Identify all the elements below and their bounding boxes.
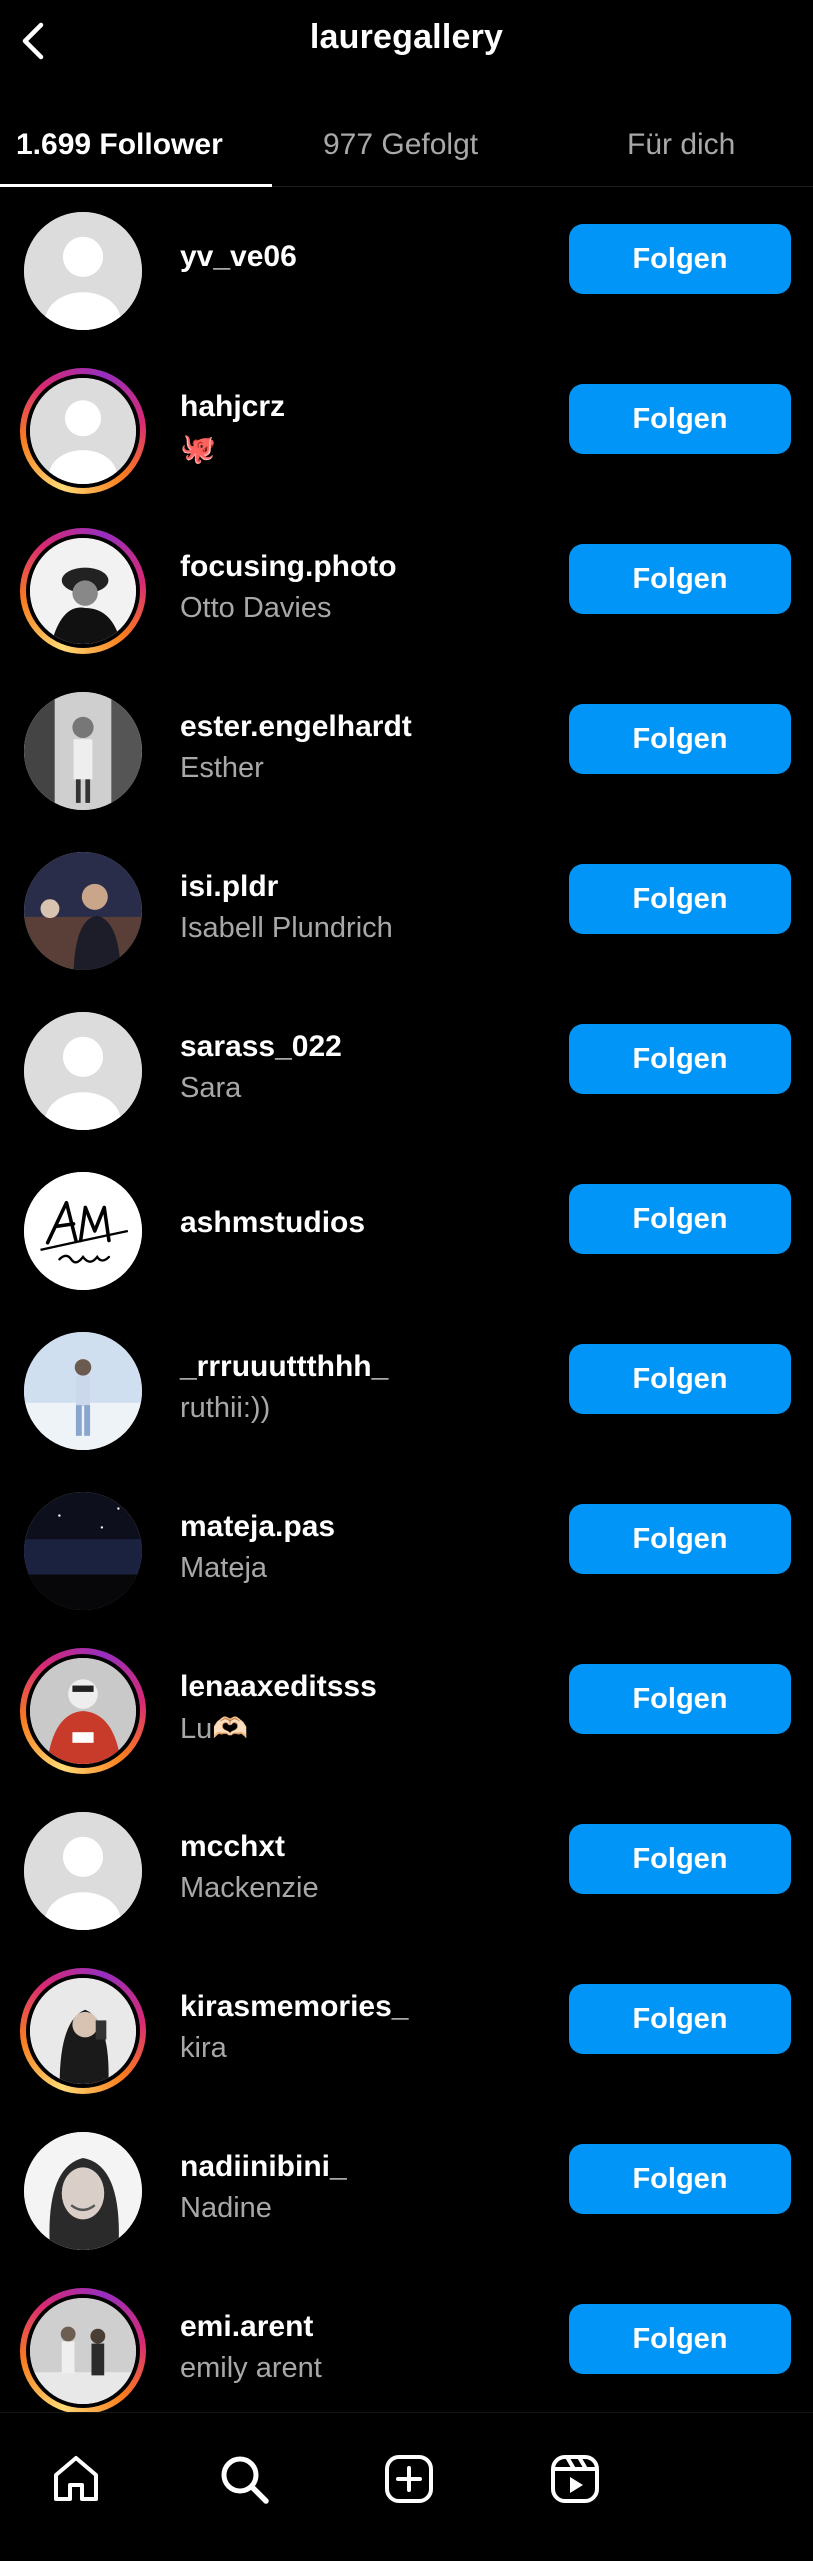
list-item[interactable]: emi.arent emily arent Folgen bbox=[0, 2270, 813, 2430]
tab-for-you[interactable]: Für dich bbox=[627, 104, 735, 186]
follow-button[interactable]: Folgen bbox=[569, 1824, 791, 1894]
follow-button[interactable]: Folgen bbox=[569, 1184, 791, 1254]
profile-photo bbox=[24, 2132, 142, 2250]
follow-button[interactable]: Folgen bbox=[569, 1984, 791, 2054]
reels-icon bbox=[551, 2455, 599, 2503]
profile-photo bbox=[24, 692, 142, 810]
profile-photo bbox=[24, 852, 142, 970]
follow-button[interactable]: Folgen bbox=[569, 1664, 791, 1734]
avatar[interactable] bbox=[20, 208, 146, 334]
am-studios-logo bbox=[24, 1172, 142, 1290]
avatar[interactable] bbox=[20, 528, 146, 654]
default-avatar-icon bbox=[24, 1812, 142, 1930]
list-item[interactable]: mateja.pas Mateja Folgen bbox=[0, 1470, 813, 1630]
nav-reels[interactable] bbox=[545, 2449, 605, 2509]
nav-create[interactable] bbox=[379, 2449, 439, 2509]
avatar[interactable] bbox=[20, 1648, 146, 1774]
username[interactable]: sarass_022 bbox=[180, 1030, 342, 1064]
username[interactable]: mcchxt bbox=[180, 1830, 285, 1864]
avatar[interactable] bbox=[20, 368, 146, 494]
list-item[interactable]: ashmstudios Folgen bbox=[0, 1150, 813, 1310]
list-item[interactable]: _rrruuuttthhh_ ruthii:)) Folgen bbox=[0, 1310, 813, 1470]
username[interactable]: lenaaxeditsss bbox=[180, 1670, 377, 1704]
profile-photo bbox=[24, 1332, 142, 1450]
nav-home[interactable] bbox=[46, 2449, 106, 2509]
display-name: emily arent bbox=[180, 2352, 322, 2384]
follow-button[interactable]: Folgen bbox=[569, 2304, 791, 2374]
follow-button[interactable]: Folgen bbox=[569, 1504, 791, 1574]
username[interactable]: _rrruuuttthhh_ bbox=[180, 1350, 388, 1384]
display-name: 🐙 bbox=[180, 433, 217, 465]
username[interactable]: focusing.photo bbox=[180, 550, 397, 584]
username[interactable]: ester.engelhardt bbox=[180, 710, 412, 744]
avatar[interactable] bbox=[20, 1968, 146, 2094]
follow-button[interactable]: Folgen bbox=[569, 1344, 791, 1414]
tab-following[interactable]: 977 Gefolgt bbox=[323, 104, 478, 186]
tab-divider bbox=[272, 186, 813, 187]
username[interactable]: kirasmemories_ bbox=[180, 1990, 409, 2024]
list-item[interactable]: kirasmemories_ kira Folgen bbox=[0, 1950, 813, 2110]
active-tab-indicator bbox=[0, 184, 272, 187]
home-icon bbox=[54, 2456, 98, 2501]
list-item[interactable]: isi.pldr Isabell Plundrich Folgen bbox=[0, 830, 813, 990]
avatar[interactable] bbox=[20, 1168, 146, 1294]
default-avatar-icon bbox=[30, 378, 136, 484]
nav-search[interactable] bbox=[214, 2449, 274, 2509]
avatar[interactable] bbox=[20, 1008, 146, 1134]
bottom-nav bbox=[0, 2412, 813, 2561]
tab-bar: 1.699 Follower 977 Gefolgt Für dich bbox=[0, 104, 813, 187]
display-name: Mackenzie bbox=[180, 1872, 319, 1904]
follow-button[interactable]: Folgen bbox=[569, 544, 791, 614]
avatar[interactable] bbox=[20, 2128, 146, 2254]
display-name: Mateja bbox=[180, 1552, 268, 1584]
display-name: Isabell Plundrich bbox=[180, 912, 393, 944]
top-bar: lauregallery bbox=[0, 0, 813, 82]
list-item[interactable]: nadiinibini_ Nadine Folgen bbox=[0, 2110, 813, 2270]
avatar[interactable] bbox=[20, 1328, 146, 1454]
username[interactable]: emi.arent bbox=[180, 2310, 313, 2344]
list-item[interactable]: focusing.photo Otto Davies Folgen bbox=[0, 510, 813, 670]
avatar[interactable] bbox=[20, 848, 146, 974]
page-title: lauregallery bbox=[309, 18, 504, 56]
avatar[interactable] bbox=[20, 688, 146, 814]
follow-button[interactable]: Folgen bbox=[569, 1024, 791, 1094]
list-item[interactable]: hahjcrz 🐙 Folgen bbox=[0, 350, 813, 510]
avatar[interactable] bbox=[20, 1488, 146, 1614]
profile-photo bbox=[30, 1658, 136, 1764]
display-name: Nadine bbox=[180, 2192, 272, 2224]
display-name: Lu🫶🏻 bbox=[180, 1713, 249, 1745]
display-name: ruthii:)) bbox=[180, 1392, 271, 1424]
follow-button[interactable]: Folgen bbox=[569, 704, 791, 774]
create-icon bbox=[385, 2455, 433, 2503]
profile-photo bbox=[30, 538, 136, 644]
list-item[interactable]: lenaaxeditsss Lu🫶🏻 Folgen bbox=[0, 1630, 813, 1790]
list-item[interactable]: ester.engelhardt Esther Folgen bbox=[0, 670, 813, 830]
follow-button[interactable]: Folgen bbox=[569, 2144, 791, 2214]
follow-button[interactable]: Folgen bbox=[569, 864, 791, 934]
follow-button[interactable]: Folgen bbox=[569, 384, 791, 454]
username[interactable]: ashmstudios bbox=[180, 1206, 365, 1240]
profile-photo bbox=[24, 1492, 142, 1610]
avatar[interactable] bbox=[20, 1808, 146, 1934]
tab-followers[interactable]: 1.699 Follower bbox=[16, 104, 223, 186]
search-icon bbox=[221, 2456, 269, 2504]
profile-photo bbox=[30, 2298, 136, 2404]
default-avatar-icon bbox=[24, 212, 142, 330]
username[interactable]: mateja.pas bbox=[180, 1510, 335, 1544]
profile-photo bbox=[30, 1978, 136, 2084]
username[interactable]: nadiinibini_ bbox=[180, 2150, 347, 2184]
list-item[interactable]: yv_ve06 Folgen bbox=[0, 190, 813, 350]
display-name: kira bbox=[180, 2032, 227, 2064]
list-item[interactable]: mcchxt Mackenzie Folgen bbox=[0, 1790, 813, 1950]
default-avatar-icon bbox=[24, 1012, 142, 1130]
username[interactable]: isi.pldr bbox=[180, 870, 278, 904]
display-name: Sara bbox=[180, 1072, 242, 1104]
username[interactable]: yv_ve06 bbox=[180, 240, 297, 274]
list-item[interactable]: sarass_022 Sara Folgen bbox=[0, 990, 813, 1150]
username[interactable]: hahjcrz bbox=[180, 390, 285, 424]
follow-button[interactable]: Folgen bbox=[569, 224, 791, 294]
avatar[interactable] bbox=[20, 2288, 146, 2414]
display-name: Esther bbox=[180, 752, 264, 784]
display-name: Otto Davies bbox=[180, 592, 332, 624]
